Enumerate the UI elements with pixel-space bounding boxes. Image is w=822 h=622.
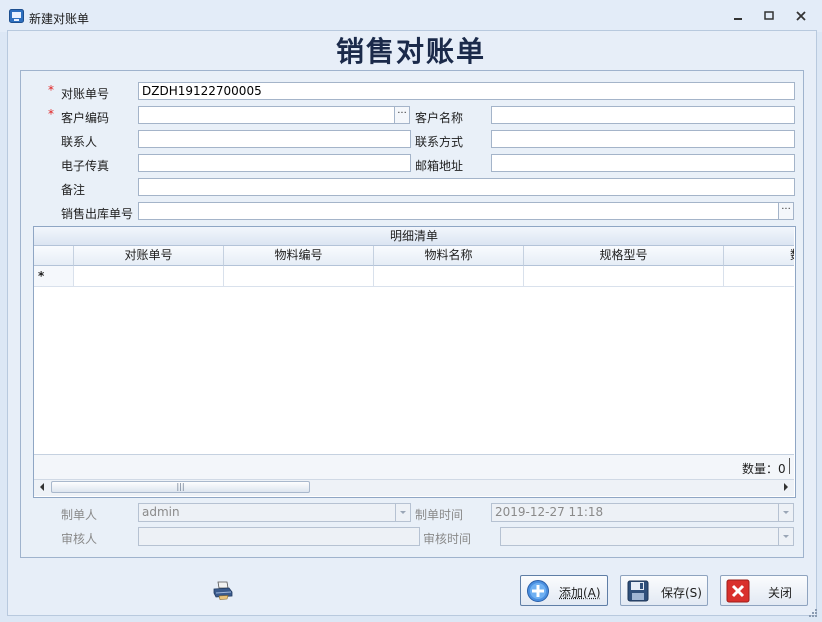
- resize-grip[interactable]: [806, 606, 818, 618]
- new-row-marker: *: [34, 266, 74, 287]
- grid-cell[interactable]: [74, 266, 224, 287]
- maximize-icon: [764, 11, 774, 20]
- reviewer-label: 审核人: [61, 532, 98, 546]
- fax-field[interactable]: [138, 154, 411, 172]
- creator-field: admin: [138, 503, 396, 522]
- close-window-button[interactable]: [793, 8, 809, 24]
- customer-code-label: 客户编码: [61, 111, 110, 125]
- scrollbar-thumb[interactable]: |||: [51, 481, 310, 493]
- customer-code-browse-button[interactable]: ···: [394, 106, 410, 124]
- fax-label: 电子传真: [61, 159, 110, 173]
- recon-no-label: 对账单号: [61, 87, 110, 101]
- grid-column-header[interactable]: 对账单号: [74, 246, 224, 266]
- required-mark: *: [48, 83, 54, 97]
- reviewer-field: [138, 527, 420, 546]
- creator-dropdown-button: [395, 503, 411, 522]
- grid-column-header[interactable]: 数: [724, 246, 794, 266]
- email-label: 邮箱地址: [415, 159, 464, 173]
- email-field[interactable]: [491, 154, 795, 172]
- contact-field[interactable]: [138, 130, 411, 148]
- create-time-label: 制单时间: [415, 508, 464, 522]
- customer-name-label: 客户名称: [415, 111, 464, 125]
- chevron-down-icon: [400, 511, 406, 514]
- review-time-dropdown-button: [778, 527, 794, 546]
- print-button[interactable]: [212, 580, 234, 600]
- chevron-down-icon: [783, 535, 789, 538]
- window-title: 新建对账单: [29, 12, 90, 26]
- save-button[interactable]: 保存(S): [620, 575, 708, 606]
- add-button-label: 添加(A): [559, 586, 601, 600]
- create-time-dropdown-button: [778, 503, 794, 522]
- required-mark: *: [48, 107, 54, 121]
- grid-column-header[interactable]: 物料名称: [374, 246, 524, 266]
- grid-indicator-header: [34, 246, 74, 266]
- minimize-button[interactable]: [730, 8, 746, 24]
- scroll-right-button[interactable]: [780, 481, 792, 493]
- grid-cell[interactable]: [224, 266, 374, 287]
- grid-cell[interactable]: [524, 266, 724, 287]
- arrow-right-icon: [784, 483, 788, 491]
- add-button[interactable]: 添加(A): [520, 575, 608, 606]
- resize-grip-icon: [809, 609, 817, 617]
- sales-out-no-field[interactable]: [138, 202, 779, 220]
- remark-label: 备注: [61, 183, 86, 197]
- close-button[interactable]: 关闭: [720, 575, 808, 606]
- remark-field[interactable]: [138, 178, 795, 196]
- title-bar: [0, 0, 822, 32]
- scroll-left-button[interactable]: [36, 481, 48, 493]
- maximize-button[interactable]: [761, 8, 777, 24]
- contact-method-field[interactable]: [491, 130, 795, 148]
- close-x-icon: [726, 579, 750, 603]
- printer-icon: [213, 581, 233, 600]
- minimize-icon: [734, 18, 742, 20]
- save-button-label: 保存(S): [661, 586, 702, 600]
- customer-name-field[interactable]: [491, 106, 795, 124]
- grid-caption: 明细清单: [34, 227, 794, 246]
- floppy-disk-icon: [627, 580, 649, 602]
- sales-out-no-label: 销售出库单号: [61, 207, 134, 221]
- grid-cell[interactable]: [374, 266, 524, 287]
- recon-no-field[interactable]: DZDH19122700005: [138, 82, 795, 100]
- contact-method-label: 联系方式: [415, 135, 464, 149]
- grid-footer-count: 数量：0: [742, 462, 786, 476]
- arrow-left-icon: [40, 483, 44, 491]
- creator-label: 制单人: [61, 508, 98, 522]
- review-time-label: 审核时间: [423, 532, 472, 546]
- customer-code-field[interactable]: [138, 106, 395, 124]
- chevron-down-icon: [783, 511, 789, 514]
- create-time-field: 2019-12-27 11:18: [491, 503, 779, 522]
- contact-label: 联系人: [61, 135, 98, 149]
- add-icon: [527, 580, 549, 602]
- grid-column-header[interactable]: 物料编号: [224, 246, 374, 266]
- grid-cell[interactable]: [724, 266, 794, 287]
- page-title: 销售对账单: [335, 35, 486, 68]
- grid-footer-divider: [789, 458, 790, 474]
- grid-footer: [34, 454, 794, 479]
- grid-column-header-text: 数: [790, 248, 794, 262]
- close-button-label: 关闭: [768, 586, 793, 600]
- close-icon: [796, 11, 806, 21]
- app-icon: [9, 9, 24, 23]
- sales-out-no-browse-button[interactable]: ···: [778, 202, 794, 220]
- review-time-field: [500, 527, 779, 546]
- grid-column-header[interactable]: 规格型号: [524, 246, 724, 266]
